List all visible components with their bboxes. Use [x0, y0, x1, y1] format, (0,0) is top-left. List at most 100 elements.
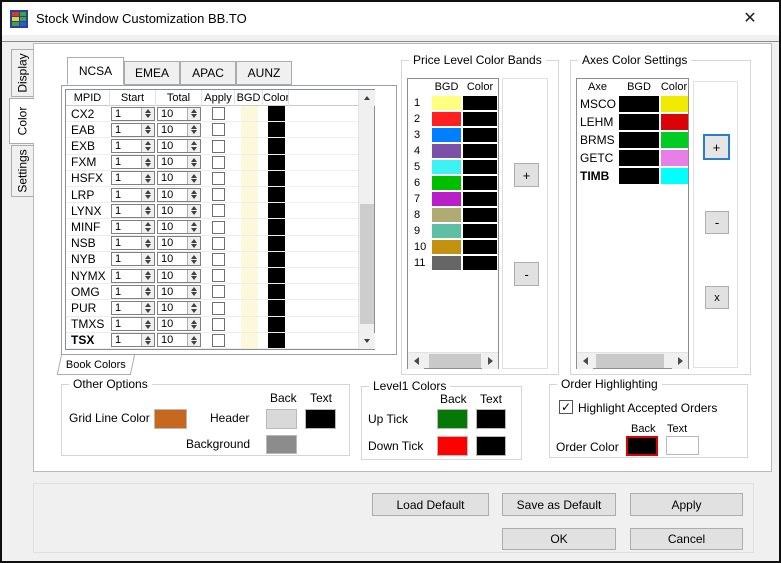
tab-aunz[interactable]: AUNZ	[236, 61, 292, 85]
total-spinner[interactable]: 10	[157, 333, 201, 347]
color-swatch[interactable]	[268, 122, 285, 137]
bgd-swatch[interactable]	[619, 114, 659, 130]
save-as-default-button[interactable]: Save as Default	[502, 493, 616, 516]
apply-checkbox[interactable]	[212, 107, 225, 120]
start-spinner[interactable]: 1	[111, 301, 155, 315]
total-spinner[interactable]: 10	[157, 171, 201, 185]
mpid-vertical-scrollbar[interactable]	[358, 90, 374, 349]
total-spinner[interactable]: 10	[157, 155, 201, 169]
color-swatch[interactable]	[268, 203, 285, 218]
color-swatch[interactable]	[268, 171, 285, 186]
apply-checkbox[interactable]	[212, 140, 225, 153]
spinner-arrows-icon[interactable]	[141, 205, 154, 217]
start-spinner[interactable]: 1	[111, 220, 155, 234]
header-text-swatch[interactable]	[305, 409, 336, 429]
start-spinner[interactable]: 1	[111, 155, 155, 169]
highlight-accepted-orders-checkbox[interactable]: ✓	[559, 400, 573, 414]
scrollbar-thumb[interactable]	[429, 354, 481, 368]
color-swatch[interactable]	[268, 187, 285, 202]
tab-emea[interactable]: EMEA	[124, 61, 180, 85]
start-spinner[interactable]: 1	[111, 333, 155, 347]
color-swatch[interactable]	[268, 138, 285, 153]
apply-checkbox[interactable]	[212, 318, 225, 331]
total-spinner[interactable]: 10	[157, 269, 201, 283]
color-swatch[interactable]	[661, 132, 688, 148]
bgd-swatch[interactable]	[432, 208, 461, 222]
start-spinner[interactable]: 1	[111, 171, 155, 185]
bgd-swatch[interactable]	[619, 168, 659, 184]
total-spinner[interactable]: 10	[157, 220, 201, 234]
bgd-swatch[interactable]	[432, 160, 461, 174]
bgd-swatch[interactable]	[241, 252, 258, 267]
spinner-arrows-icon[interactable]	[141, 108, 154, 120]
bgd-swatch[interactable]	[432, 192, 461, 206]
bgd-swatch[interactable]	[241, 236, 258, 251]
bgd-swatch[interactable]	[241, 268, 258, 283]
spinner-arrows-icon[interactable]	[187, 334, 200, 346]
bgd-swatch[interactable]	[241, 333, 258, 348]
apply-checkbox[interactable]	[212, 156, 225, 169]
total-spinner[interactable]: 10	[157, 107, 201, 121]
bgd-swatch[interactable]	[241, 284, 258, 299]
bgd-swatch[interactable]	[432, 128, 461, 142]
ok-button[interactable]: OK	[502, 528, 616, 550]
color-swatch[interactable]	[268, 219, 285, 234]
spinner-arrows-icon[interactable]	[141, 156, 154, 168]
order-back-swatch[interactable]	[626, 436, 658, 456]
spinner-arrows-icon[interactable]	[141, 221, 154, 233]
start-spinner[interactable]: 1	[111, 123, 155, 137]
bgd-swatch[interactable]	[432, 256, 461, 270]
apply-checkbox[interactable]	[212, 269, 225, 282]
scroll-down-icon[interactable]	[359, 333, 375, 349]
color-swatch[interactable]	[268, 300, 285, 315]
spinner-arrows-icon[interactable]	[187, 270, 200, 282]
bgd-swatch[interactable]	[241, 106, 258, 121]
color-swatch[interactable]	[268, 284, 285, 299]
apply-checkbox[interactable]	[212, 237, 225, 250]
total-spinner[interactable]: 10	[157, 139, 201, 153]
bgd-swatch[interactable]	[432, 176, 461, 190]
spinner-arrows-icon[interactable]	[141, 124, 154, 136]
apply-checkbox[interactable]	[212, 334, 225, 347]
total-spinner[interactable]: 10	[157, 317, 201, 331]
grid-line-swatch[interactable]	[154, 409, 187, 429]
tab-settings[interactable]: Settings	[11, 145, 34, 197]
apply-checkbox[interactable]	[212, 188, 225, 201]
scrollbar-thumb[interactable]	[596, 354, 664, 368]
scrollbar-thumb[interactable]	[360, 204, 374, 324]
total-spinner[interactable]: 10	[157, 188, 201, 202]
color-swatch[interactable]	[463, 96, 497, 110]
spinner-arrows-icon[interactable]	[141, 140, 154, 152]
color-swatch[interactable]	[463, 224, 497, 238]
total-spinner[interactable]: 10	[157, 285, 201, 299]
axes-horizontal-scrollbar[interactable]	[577, 352, 688, 368]
apply-checkbox[interactable]	[212, 285, 225, 298]
bgd-swatch[interactable]	[241, 122, 258, 137]
color-swatch[interactable]	[268, 333, 285, 348]
total-spinner[interactable]: 10	[157, 123, 201, 137]
color-swatch[interactable]	[268, 106, 285, 121]
remove-axe-button[interactable]: -	[705, 211, 729, 234]
col-start[interactable]: Start	[110, 90, 156, 106]
start-spinner[interactable]: 1	[111, 236, 155, 250]
tab-color[interactable]: Color	[9, 98, 34, 144]
spinner-arrows-icon[interactable]	[141, 172, 154, 184]
bgd-swatch[interactable]	[432, 96, 461, 110]
spinner-arrows-icon[interactable]	[187, 124, 200, 136]
tab-ncsa[interactable]: NCSA	[67, 57, 124, 85]
add-axe-button[interactable]: +	[703, 134, 730, 160]
bgd-swatch[interactable]	[432, 144, 461, 158]
spinner-arrows-icon[interactable]	[187, 108, 200, 120]
color-swatch[interactable]	[268, 268, 285, 283]
delete-axe-button[interactable]: x	[705, 286, 729, 309]
up-text-swatch[interactable]	[476, 409, 506, 429]
bgd-swatch[interactable]	[432, 224, 461, 238]
color-swatch[interactable]	[661, 168, 688, 184]
spinner-arrows-icon[interactable]	[187, 302, 200, 314]
spinner-arrows-icon[interactable]	[187, 221, 200, 233]
spinner-arrows-icon[interactable]	[187, 318, 200, 330]
spinner-arrows-icon[interactable]	[187, 140, 200, 152]
start-spinner[interactable]: 1	[111, 269, 155, 283]
color-swatch[interactable]	[268, 252, 285, 267]
spinner-arrows-icon[interactable]	[187, 237, 200, 249]
